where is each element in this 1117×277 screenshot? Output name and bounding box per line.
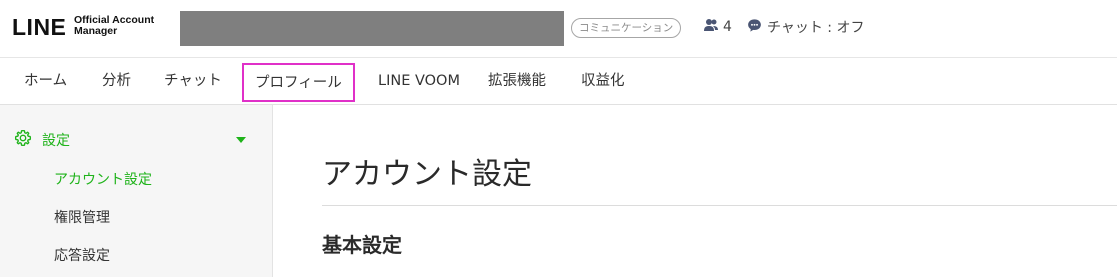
sidebar-item-account-settings[interactable]: アカウント設定 [54,169,152,189]
chat-status-indicator[interactable]: チャット : オフ [747,16,864,38]
sidebar-section-settings[interactable]: 設定 [14,129,254,151]
logo-wordmark: LINE [12,14,67,40]
sidebar-item-permissions[interactable]: 権限管理 [54,207,110,227]
main-content: アカウント設定 基本設定 [274,105,1117,277]
friends-count: 4 [723,19,732,35]
section-title-basic-settings: 基本設定 [322,233,402,257]
account-name-redacted [180,11,564,46]
nav-extensions[interactable]: 拡張機能 [488,58,546,105]
chat-status-text: チャット : オフ [767,20,865,36]
friends-count-indicator[interactable]: 4 [703,16,732,38]
nav-monetization[interactable]: 収益化 [581,58,625,105]
category-badge: コミュニケーション [571,18,682,38]
friends-icon [703,17,719,37]
gear-icon [14,129,32,151]
settings-sidebar: 設定 アカウント設定 権限管理 応答設定 [0,105,273,277]
logo-subtitle: Official Account Manager [74,15,184,37]
page-title: アカウント設定 [322,157,532,192]
chat-icon [747,18,762,37]
sidebar-section-label: 設定 [42,133,70,149]
top-navigation: ホーム 分析 チャット プロフィール LINE VOOM 拡張機能 収益化 [0,57,1117,105]
caret-down-icon[interactable] [236,137,246,143]
nav-analytics[interactable]: 分析 [102,58,131,105]
nav-profile[interactable]: プロフィール [242,63,355,102]
nav-home[interactable]: ホーム [24,58,67,105]
nav-line-voom[interactable]: LINE VOOM [378,58,460,105]
app-header: LINE Official Account Manager コミュニケーション … [0,0,1117,57]
logo-subtitle-line2: Manager [74,25,118,37]
sidebar-item-response-settings[interactable]: 応答設定 [54,245,110,265]
nav-chat[interactable]: チャット [164,58,222,105]
title-divider [322,205,1117,206]
